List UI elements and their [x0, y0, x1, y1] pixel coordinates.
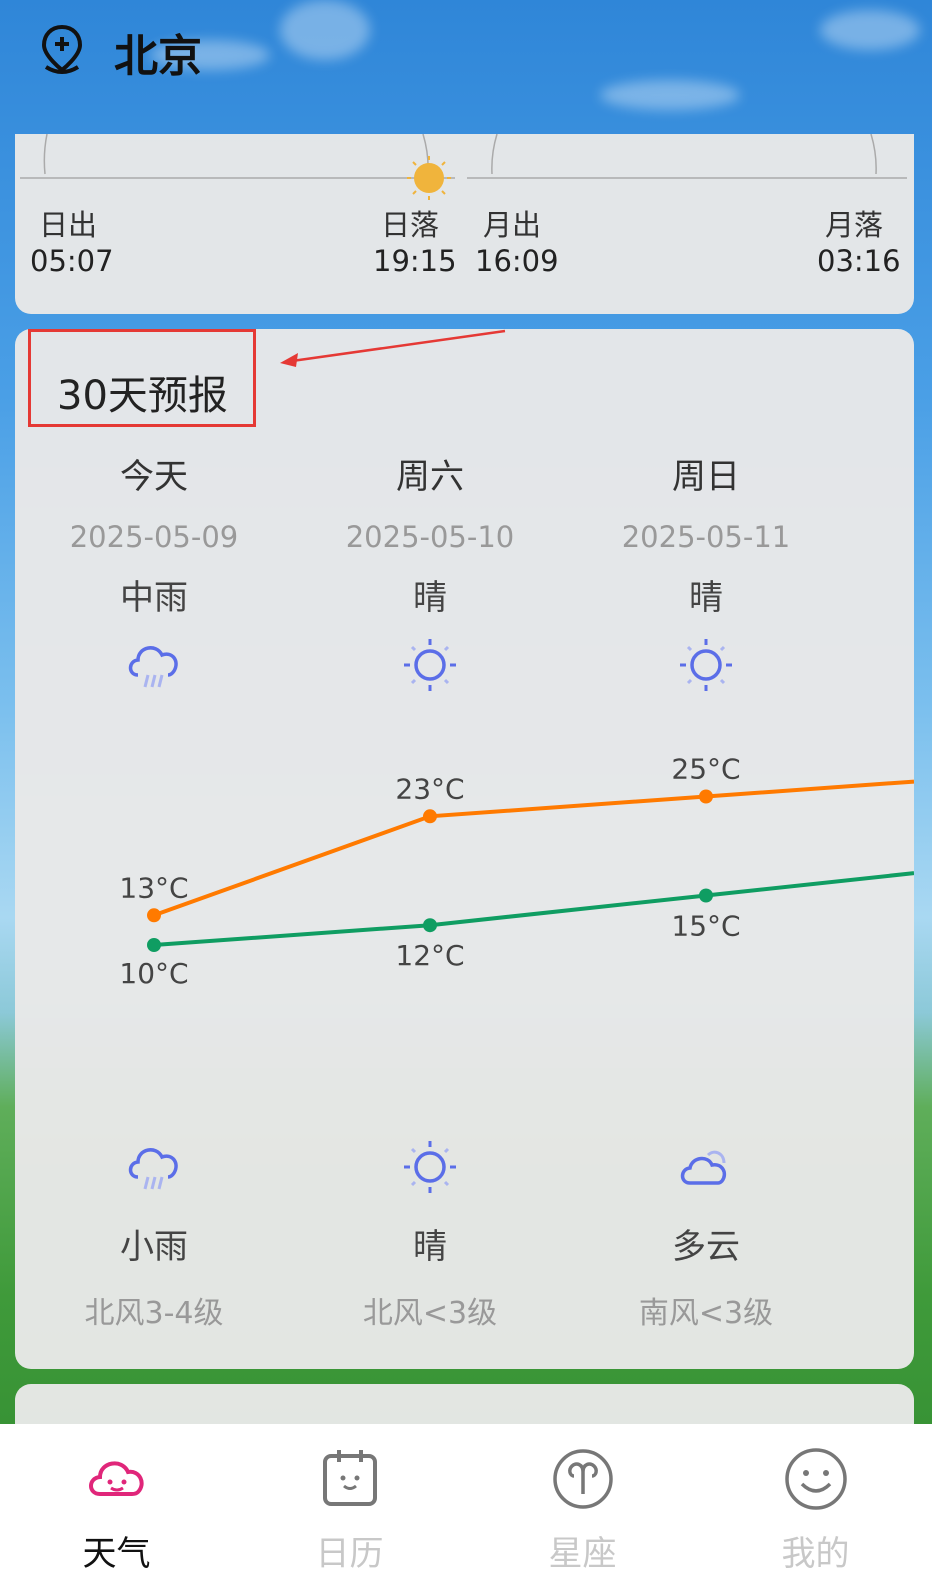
tab-weather[interactable]: 天气 — [0, 1424, 233, 1582]
night-column-1[interactable]: 晴 北风<3级 — [330, 1219, 530, 1332]
high-temp-point — [699, 789, 713, 804]
night-condition: 晴 — [413, 1227, 447, 1267]
sunset-time: 19:15 — [373, 244, 457, 278]
wind-info: 南风<3级 — [638, 1296, 774, 1331]
sun-arc — [20, 134, 907, 200]
low-temp-label: 15°C — [671, 910, 740, 943]
low-temp-point — [699, 888, 713, 903]
location-icon[interactable] — [40, 25, 84, 75]
sunset-label: 日落 — [381, 208, 440, 242]
low-temp-point — [147, 938, 161, 952]
sunrise-time: 05:07 — [30, 244, 114, 278]
low-temp-point — [423, 918, 437, 933]
wind-info: 北风3-4级 — [84, 1296, 224, 1331]
night-column-0[interactable]: 小雨 北风3-4级 — [54, 1219, 254, 1332]
tab-label: 我的 — [781, 1534, 850, 1574]
header: 北京 — [0, 0, 932, 130]
tab-zodiac[interactable]: 星座 — [466, 1424, 699, 1582]
high-temp-line — [153, 779, 914, 918]
low-temp-label: 12°C — [395, 939, 464, 972]
tab-label: 天气 — [82, 1534, 151, 1574]
smiley-icon — [785, 1448, 847, 1510]
sunrise-label: 日出 — [39, 208, 98, 242]
tab-label: 日历 — [315, 1534, 384, 1574]
temperature-chart: 13°C 23°C 25°C 10°C 12°C 15°C — [119, 753, 914, 990]
city-name[interactable]: 北京 — [114, 20, 202, 84]
low-temp-label: 10°C — [119, 957, 188, 990]
sun-moon-card: 日出 05:07 日落 19:15 月出 16:09 月落 03:16 — [15, 134, 914, 314]
tab-me[interactable]: 我的 — [699, 1424, 932, 1582]
bottom-tab-bar: 天气 日历 星座 我的 — [0, 1424, 932, 1582]
moonset-label: 月落 — [825, 208, 884, 242]
high-temp-label: 25°C — [671, 753, 740, 786]
calendar-icon — [323, 1450, 377, 1506]
low-temp-line — [153, 871, 914, 947]
sun-icon — [404, 1141, 456, 1193]
high-temp-point — [423, 809, 437, 824]
moonrise-label: 月出 — [483, 208, 542, 242]
aries-icon — [553, 1449, 613, 1509]
high-temp-label: 23°C — [395, 772, 464, 805]
night-condition: 多云 — [672, 1227, 740, 1267]
moonset-time: 03:16 — [817, 244, 901, 278]
rain-icon — [128, 1148, 178, 1190]
cloud-icon — [680, 1150, 727, 1185]
night-condition: 小雨 — [120, 1227, 188, 1267]
tab-label: 星座 — [548, 1534, 617, 1574]
moonrise-time: 16:09 — [475, 244, 559, 278]
wind-info: 北风<3级 — [362, 1296, 498, 1331]
forecast-card: 30天预报 今天 2025-05-09 中雨 周六 2025-05-10 晴 周… — [15, 329, 914, 1369]
tab-calendar[interactable]: 日历 — [233, 1424, 466, 1582]
night-column-2[interactable]: 多云 南风<3级 — [606, 1219, 806, 1332]
high-temp-point — [147, 908, 161, 923]
cloud-smile-icon — [89, 1461, 144, 1496]
high-temp-label: 13°C — [119, 871, 188, 904]
